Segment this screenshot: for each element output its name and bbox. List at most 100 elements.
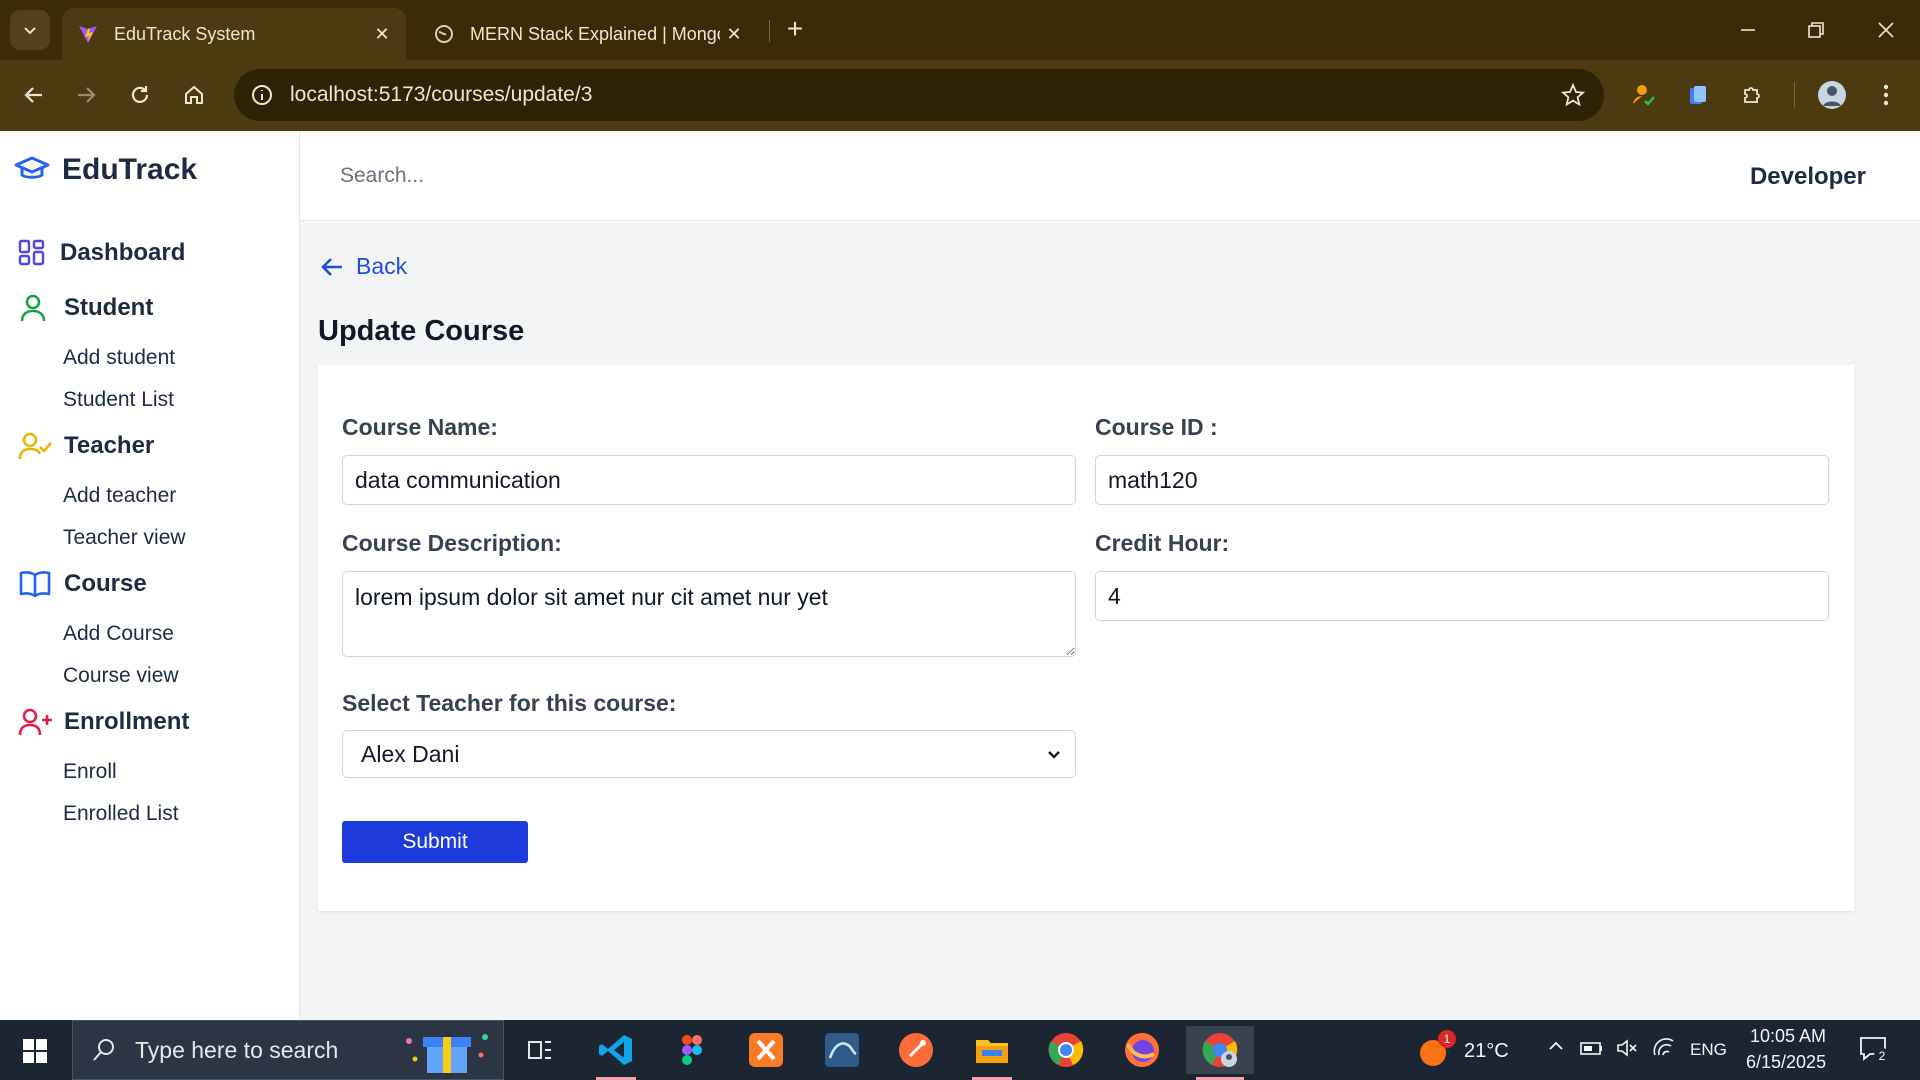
new-tab-button[interactable]: + — [780, 13, 810, 44]
globe-icon — [432, 22, 456, 46]
search-icon — [93, 1039, 114, 1061]
gift-icon — [406, 1034, 488, 1073]
clock-date[interactable]: 6/15/2025 — [1746, 1052, 1826, 1073]
sidebar-item-label: Student — [64, 294, 154, 321]
sidebar-link-student-list[interactable]: Student List — [63, 388, 174, 412]
sidebar-link-course-view[interactable]: Course view — [63, 664, 179, 688]
xampp-icon[interactable] — [736, 1026, 796, 1074]
notification-center-icon[interactable]: 2 — [1858, 1034, 1890, 1070]
back-arrow-icon[interactable] — [16, 77, 52, 113]
menu-kebab-icon[interactable] — [1868, 77, 1904, 113]
vscode-icon[interactable] — [586, 1026, 646, 1080]
reload-icon[interactable] — [122, 77, 158, 113]
sidebar-item-label: Dashboard — [60, 239, 186, 266]
chrome-profile-icon[interactable] — [1186, 1026, 1254, 1080]
tab-title: MERN Stack Explained | Mongo — [470, 23, 720, 44]
site-info-icon[interactable] — [248, 81, 276, 109]
teacher-select[interactable]: Alex Dani — [342, 730, 1076, 778]
app-header: Developer — [300, 131, 1920, 221]
browser-toolbar: localhost:5173/courses/update/3 — [0, 60, 1920, 131]
course-description-label: Course Description: — [342, 530, 562, 556]
sidebar-item-teacher[interactable]: Teacher — [18, 431, 154, 461]
close-icon[interactable]: ✕ — [370, 22, 394, 46]
url-text: localhost:5173/courses/update/3 — [290, 83, 593, 106]
back-link[interactable]: Back — [320, 253, 407, 280]
sidebar-item-dashboard[interactable]: Dashboard — [18, 239, 185, 267]
sidebar-item-student[interactable]: Student — [18, 293, 153, 323]
search-input[interactable] — [340, 155, 740, 197]
forward-arrow-icon[interactable] — [68, 77, 104, 113]
submit-button[interactable]: Submit — [342, 821, 528, 863]
taskbar-search-placeholder: Type here to search — [135, 1036, 339, 1063]
windows-start-icon[interactable] — [12, 1034, 58, 1068]
avatar[interactable] — [1814, 77, 1850, 113]
chrome-icon[interactable] — [1036, 1026, 1096, 1074]
sidebar: EduTrack Dashboard Student Add student S… — [0, 131, 300, 1020]
firefox-icon[interactable] — [1112, 1026, 1172, 1074]
user-plus-icon — [18, 708, 52, 736]
clipboard-extension-icon[interactable] — [1680, 77, 1716, 113]
sidebar-link-add-teacher[interactable]: Add teacher — [63, 484, 176, 508]
user-name[interactable]: Developer — [1750, 163, 1866, 191]
minimize-button[interactable] — [1728, 10, 1768, 50]
sidebar-link-add-student[interactable]: Add student — [63, 346, 175, 370]
user-icon — [20, 294, 46, 322]
course-id-input[interactable] — [1095, 455, 1829, 505]
tab-search-button[interactable] — [10, 10, 50, 50]
sidebar-item-label: Course — [64, 570, 147, 597]
chevron-down-icon — [24, 27, 36, 35]
task-view-icon[interactable] — [510, 1026, 570, 1074]
user-check-icon — [18, 432, 52, 460]
course-name-input[interactable] — [342, 455, 1076, 505]
book-open-icon — [19, 571, 51, 598]
language-indicator[interactable]: ENG — [1690, 1040, 1727, 1060]
arrow-left-icon — [321, 257, 342, 276]
course-id-label: Course ID : — [1095, 414, 1218, 440]
weather-icon[interactable]: 1 — [1418, 1030, 1456, 1068]
address-bar[interactable]: localhost:5173/courses/update/3 — [234, 69, 1604, 121]
sidebar-link-add-course[interactable]: Add Course — [63, 622, 174, 646]
back-link-label: Back — [356, 253, 408, 279]
sidebar-link-teacher-view[interactable]: Teacher view — [63, 526, 186, 550]
brand-name: EduTrack — [62, 153, 198, 186]
wifi-icon[interactable] — [1652, 1038, 1676, 1064]
mysql-workbench-icon[interactable] — [812, 1026, 872, 1074]
taskbar-search-box[interactable]: Type here to search — [72, 1020, 504, 1080]
graduation-cap-icon — [14, 156, 50, 179]
home-icon[interactable] — [176, 77, 212, 113]
sidebar-link-enroll[interactable]: Enroll — [63, 760, 117, 784]
tab-mern-stack[interactable]: MERN Stack Explained | Mongo ✕ — [418, 8, 758, 60]
browser-tab-bar: EduTrack System ✕ MERN Stack Explained |… — [0, 0, 1920, 60]
postman-icon[interactable] — [886, 1026, 946, 1074]
bookmark-star-icon[interactable] — [1560, 82, 1586, 108]
extensions-puzzle-icon[interactable] — [1734, 77, 1770, 113]
windows-taskbar: Type here to search 1 21°C ENG 10:05 AM … — [0, 1020, 1920, 1080]
chevron-up-icon[interactable] — [1546, 1036, 1566, 1062]
file-explorer-icon[interactable] — [962, 1026, 1022, 1080]
profile-check-icon[interactable] — [1626, 77, 1662, 113]
close-window-button[interactable] — [1866, 10, 1906, 50]
credit-hour-input[interactable] — [1095, 571, 1829, 621]
sidebar-item-enrollment[interactable]: Enrollment — [18, 707, 189, 737]
sidebar-link-enrolled-list[interactable]: Enrolled List — [63, 802, 179, 826]
restore-button[interactable] — [1796, 10, 1836, 50]
close-icon[interactable]: ✕ — [722, 22, 746, 46]
app-root: EduTrack Dashboard Student Add student S… — [0, 131, 1920, 1020]
chevron-down-icon — [1048, 751, 1060, 759]
course-name-label: Course Name: — [342, 414, 498, 440]
battery-icon[interactable] — [1580, 1038, 1604, 1064]
sidebar-item-label: Teacher — [64, 432, 155, 459]
credit-hour-label: Credit Hour: — [1095, 530, 1230, 556]
dashboard-grid-icon — [18, 239, 45, 266]
volume-muted-icon[interactable] — [1616, 1038, 1638, 1064]
tab-separator — [769, 20, 770, 42]
course-description-textarea[interactable]: lorem ipsum dolor sit amet nur cit amet … — [342, 571, 1076, 657]
notification-count: 2 — [1874, 1048, 1890, 1064]
sidebar-item-course[interactable]: Course — [18, 569, 147, 599]
tab-edutrack[interactable]: EduTrack System ✕ — [62, 8, 406, 60]
toolbar-divider — [1794, 82, 1795, 108]
figma-icon[interactable] — [662, 1026, 722, 1074]
weather-temperature[interactable]: 21°C — [1464, 1040, 1509, 1063]
brand-logo[interactable]: EduTrack — [14, 153, 197, 187]
clock-time[interactable]: 10:05 AM — [1750, 1026, 1826, 1047]
